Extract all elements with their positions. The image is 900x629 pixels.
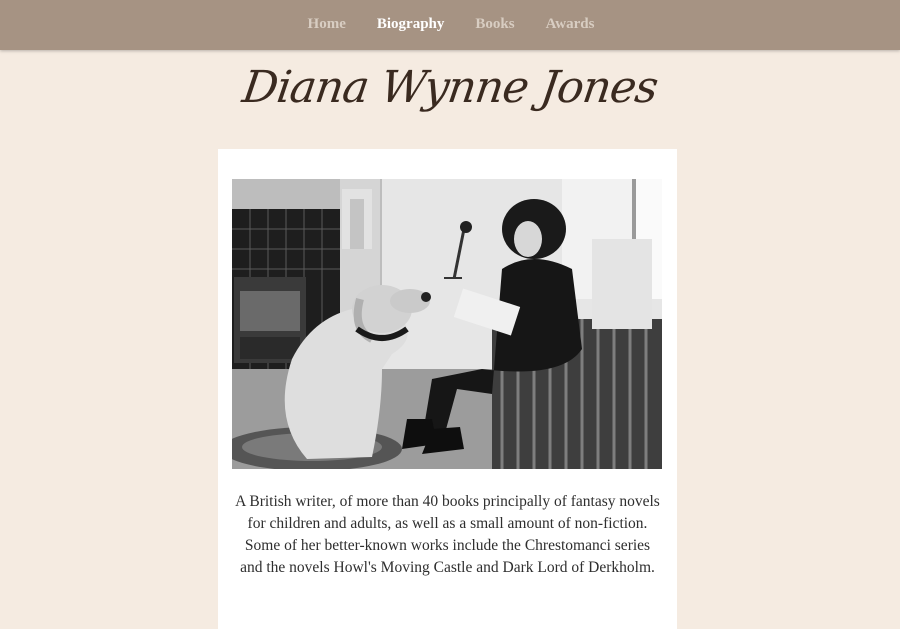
author-photo-image	[232, 179, 662, 469]
bio-card: A British writer, of more than 40 books …	[218, 149, 677, 629]
top-nav: Home Biography Books Awards	[0, 0, 900, 50]
page-title: Diana Wynne Jones	[239, 62, 661, 113]
nav-awards-link[interactable]: Awards	[546, 16, 595, 33]
bio-text: A British writer, of more than 40 books …	[235, 493, 660, 576]
nav-biography-link[interactable]: Biography	[377, 16, 445, 33]
nav-home-link[interactable]: Home	[308, 16, 346, 33]
author-photo	[232, 179, 662, 469]
nav-links: Home Biography Books Awards	[308, 16, 595, 33]
nav-books-link[interactable]: Books	[475, 16, 514, 33]
